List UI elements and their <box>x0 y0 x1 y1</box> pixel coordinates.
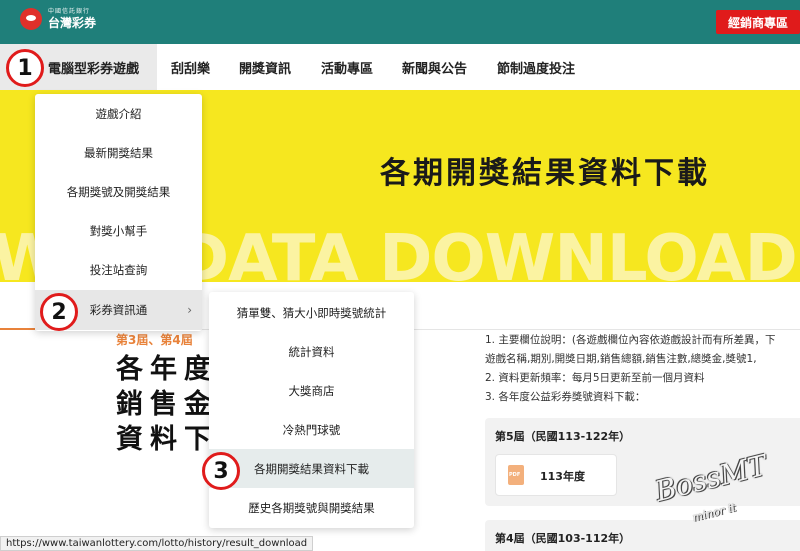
heading-line: 資料下 <box>116 424 218 455</box>
tab-underline <box>0 328 36 330</box>
pdf-file-icon <box>508 465 524 485</box>
dealer-zone-button[interactable]: 經銷商專區 <box>716 10 800 34</box>
info-line: 1. 主要欄位說明：(各遊戲欄位內容依遊戲設計而有所差異，下 <box>485 334 776 346</box>
watermark-sub: minor it <box>691 500 738 525</box>
heading-line: 銷售金 <box>116 389 218 420</box>
year-download-card[interactable]: 113年度 <box>495 454 617 496</box>
period-title: 第4屆（民國103-112年） <box>495 532 631 545</box>
top-bar: 中國信託銀行 台灣彩券 經銷商專區 <box>0 0 800 44</box>
logo-subtext: 中國信託銀行 <box>48 8 91 15</box>
nav-item-news[interactable]: 新聞與公告 <box>402 44 467 90</box>
nav-item-responsible-gaming[interactable]: 節制過度投注 <box>497 44 575 90</box>
menu-item-game-intro[interactable]: 遊戲介紹 <box>35 95 202 133</box>
logo-name: 台灣彩券 <box>48 16 97 30</box>
year-label: 113年度 <box>540 470 585 483</box>
menu-item-latest-results[interactable]: 最新開獎結果 <box>35 134 202 172</box>
nav-item-draw-info[interactable]: 開獎資訊 <box>239 44 291 90</box>
menu-item-label: 彩券資訊通 <box>89 303 148 317</box>
menu-item-ticket-checker[interactable]: 對獎小幫手 <box>35 212 202 250</box>
info-line: 2. 資料更新頻率：每月5日更新至前一個月資料 <box>485 372 705 384</box>
heading-line: 各年度 <box>116 354 218 385</box>
info-notes: 1. 主要欄位說明：(各遊戲欄位內容依遊戲設計而有所差異，下 遊戲名稱,期別,開… <box>485 331 800 407</box>
logo-icon <box>20 8 42 30</box>
step-3-marker: 3 <box>202 452 240 490</box>
term-subtitle: 第3屆、第4屆 <box>116 333 193 347</box>
submenu-item-hot-cold-numbers[interactable]: 冷熱門球號 <box>209 410 414 449</box>
submenu-item-statistics[interactable]: 統計資料 <box>209 332 414 371</box>
watermark-signature: BossMT minor it <box>652 449 797 534</box>
site-logo[interactable]: 中國信託銀行 台灣彩券 <box>20 8 96 30</box>
step-2-marker: 2 <box>40 293 78 331</box>
submenu-item-history-results[interactable]: 歷史各期獎號與開獎結果 <box>209 488 414 527</box>
hero-title: 各期開獎結果資料下載 <box>380 156 710 191</box>
menu-item-period-results[interactable]: 各期獎號及開獎結果 <box>35 173 202 211</box>
submenu-item-odd-even-stats[interactable]: 猜單雙、猜大小即時獎號統計 <box>209 293 414 332</box>
menu-item-outlet-search[interactable]: 投注站查詢 <box>35 251 202 289</box>
lottery-info-submenu: 猜單雙、猜大小即時獎號統計 統計資料 大獎商店 冷熱門球號 各期開獎結果資料下載… <box>209 292 414 528</box>
info-line: 遊戲名稱,期別,開獎日期,銷售總額,銷售注數,總獎金,獎號1, <box>485 353 757 365</box>
period-title: 第5屆（民國113-122年） <box>495 430 631 443</box>
nav-item-scratch[interactable]: 刮刮樂 <box>171 44 210 90</box>
main-nav: 電腦型彩券遊戲 刮刮樂 開獎資訊 活動專區 新聞與公告 節制過度投注 <box>0 44 800 90</box>
link-status-bar: https://www.taiwanlottery.com/lotto/hist… <box>0 536 314 551</box>
info-line: 3. 各年度公益彩券獎號資料下載： <box>485 391 646 403</box>
submenu-item-jackpot-shops[interactable]: 大獎商店 <box>209 371 414 410</box>
nav-item-events[interactable]: 活動專區 <box>321 44 373 90</box>
chevron-right-icon: › <box>187 303 192 317</box>
step-1-marker: 1 <box>6 49 44 87</box>
section-heading: 各年度 銷售金 資料下 <box>116 352 218 457</box>
